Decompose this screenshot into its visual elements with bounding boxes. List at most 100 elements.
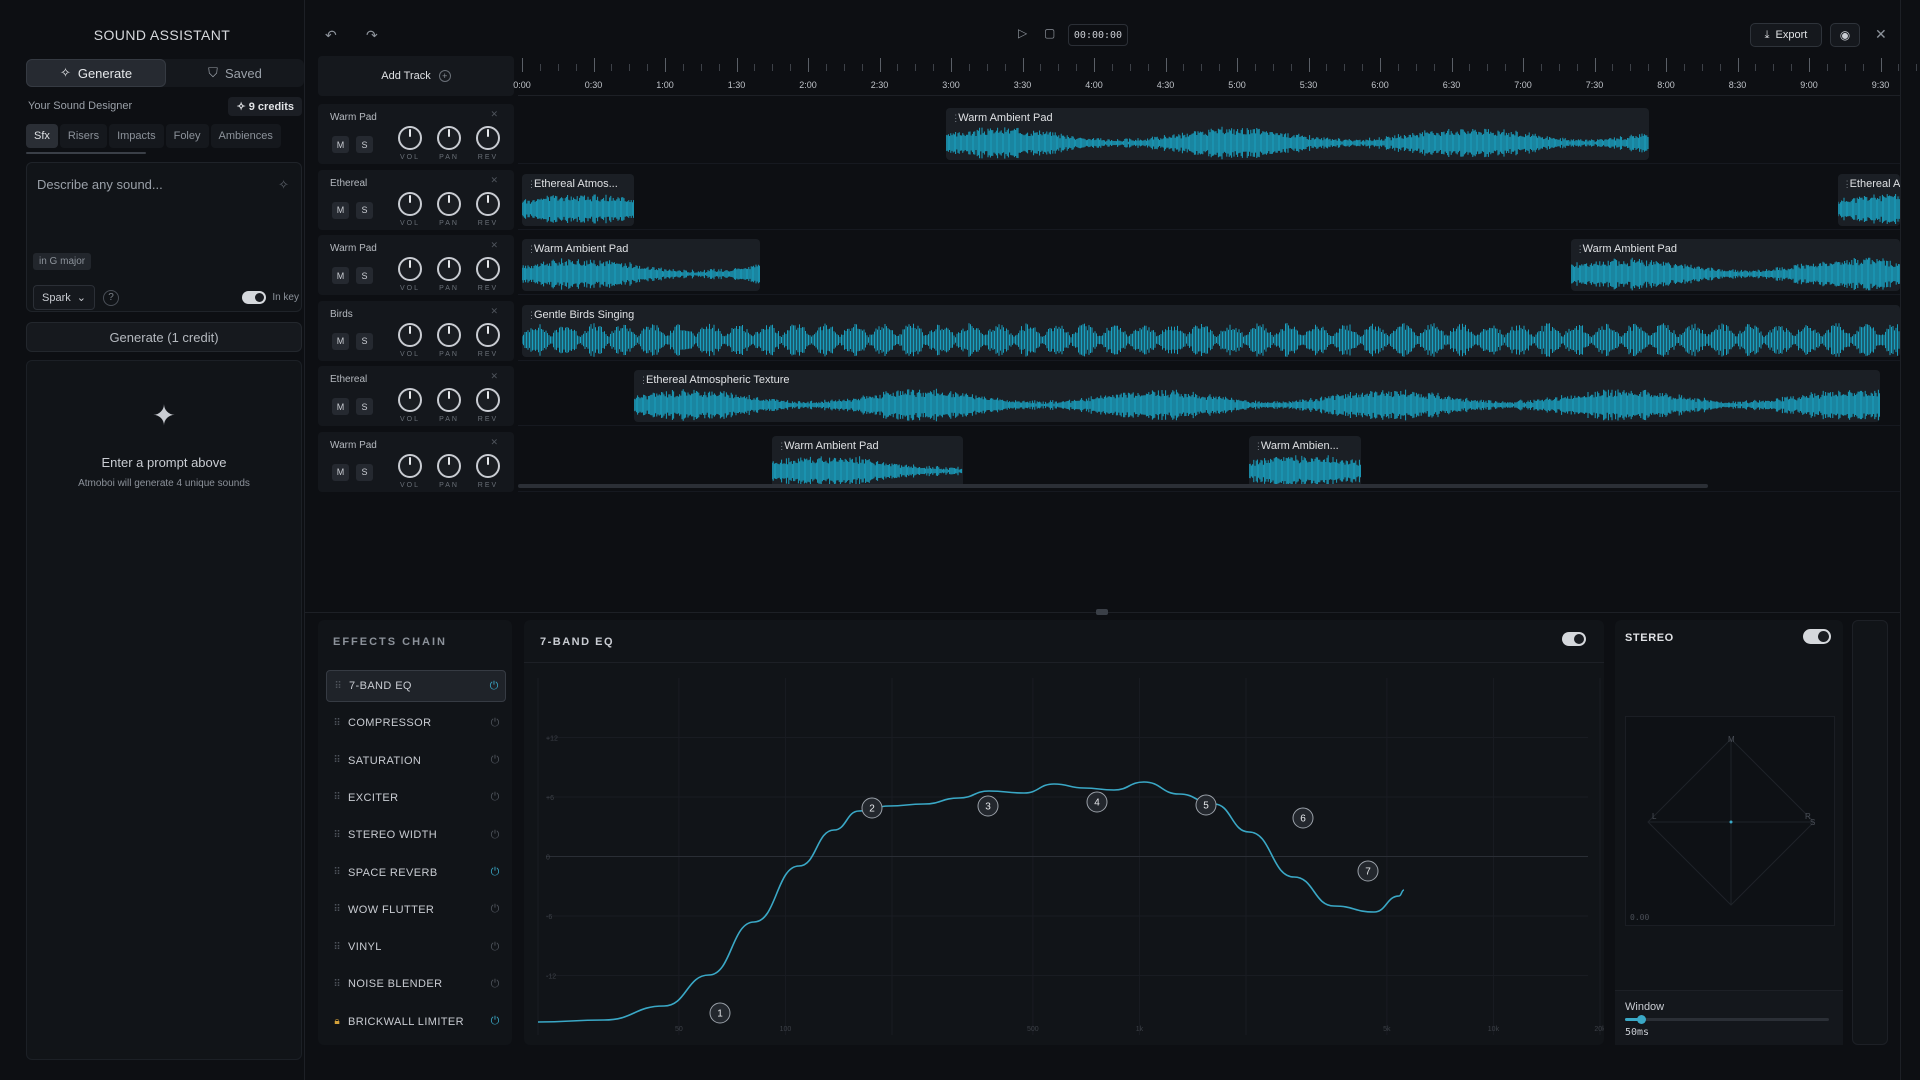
power-icon[interactable]: ⏻	[484, 978, 506, 991]
eq-band-handle[interactable]: 1	[709, 1002, 731, 1024]
reverb-knob[interactable]	[476, 257, 500, 281]
eq-band-handle[interactable]: 3	[977, 795, 999, 817]
reverb-knob[interactable]	[476, 453, 500, 478]
power-icon[interactable]: ⏻	[484, 866, 506, 879]
mute-button[interactable]: M	[332, 463, 349, 481]
track-lane[interactable]: ⋮ Ethereal Atmos... ⋮ Ethereal At	[518, 170, 1900, 230]
timeline-scrollbar[interactable]	[518, 484, 1708, 488]
effect-item[interactable]: ⠿ WOW FLUTTER ⏻	[326, 894, 506, 926]
credits-badge[interactable]: ✧ 9 credits	[228, 96, 302, 116]
power-icon[interactable]: ⏻	[484, 941, 506, 954]
audio-clip[interactable]: ⋮ Ethereal At	[1837, 173, 1900, 226]
category-tab-foley[interactable]: Foley	[165, 124, 209, 148]
tab-generate[interactable]: ✧ Generate	[26, 59, 166, 87]
in-key-toggle[interactable]	[242, 291, 267, 304]
remove-track-icon[interactable]: ✕	[490, 109, 498, 120]
export-button[interactable]: ⤓ Export	[1750, 23, 1822, 47]
track-name[interactable]: Warm Pad	[330, 440, 377, 451]
pan-knob[interactable]	[437, 453, 461, 478]
remove-track-icon[interactable]: ✕	[490, 437, 498, 448]
power-icon[interactable]: ⏻	[484, 829, 506, 842]
effect-item[interactable]: ⠿ SPACE REVERB ⏻	[326, 857, 506, 889]
volume-knob[interactable]	[398, 126, 422, 150]
drag-handle-icon[interactable]: ⠿	[326, 755, 348, 766]
power-icon[interactable]: ⏻	[483, 680, 505, 693]
stop-icon[interactable]: ▢	[1044, 26, 1055, 40]
volume-knob[interactable]	[398, 453, 422, 478]
audio-clip[interactable]: ⋮ Warm Ambient Pad	[522, 239, 761, 291]
power-icon[interactable]: ⏻	[484, 1015, 506, 1028]
pan-knob[interactable]	[437, 126, 461, 150]
track-name[interactable]: Ethereal	[330, 374, 367, 385]
audio-clip[interactable]: ⋮ Warm Ambien...	[1248, 435, 1361, 488]
eq-band-handle[interactable]: 5	[1195, 794, 1217, 816]
effect-item[interactable]: ⠿ VINYL ⏻	[326, 931, 506, 963]
drag-handle-icon[interactable]: ⠿	[326, 979, 348, 990]
eq-band-handle[interactable]: 6	[1292, 807, 1314, 829]
add-track-button[interactable]: Add Track +	[318, 56, 514, 96]
help-icon[interactable]: ?	[102, 289, 119, 306]
solo-button[interactable]: S	[356, 332, 373, 350]
pan-knob[interactable]	[437, 322, 461, 347]
tab-saved[interactable]: ⛉ Saved	[166, 59, 304, 87]
drag-handle-icon[interactable]: ⠿	[326, 904, 348, 915]
eq-graph[interactable]: +12 +6 0 -6 -12 50 100 500 1k 5k 10k 20k 1 2 3 4 5 6 7	[524, 670, 1604, 1045]
category-scrollbar[interactable]	[26, 152, 146, 154]
close-icon[interactable]: ✕	[1875, 26, 1887, 43]
volume-knob[interactable]	[398, 322, 422, 347]
mute-button[interactable]: M	[332, 136, 349, 153]
track-lane[interactable]: ⋮ Warm Ambient Pad ⋮ Warm Ambient Pad	[518, 235, 1900, 295]
track-name[interactable]: Ethereal	[330, 178, 367, 189]
pan-knob[interactable]	[437, 388, 461, 412]
audio-clip[interactable]: ⋮ Warm Ambient Pad	[772, 435, 963, 488]
time-ruler[interactable]: 0:00 0:30 1:00 1:30 2:00 2:30 3:00 3:30 4:00 4:30…	[513, 56, 1918, 96]
mute-button[interactable]: M	[332, 398, 349, 415]
eq-enable-toggle[interactable]	[1562, 632, 1586, 646]
prompt-input[interactable]: Describe any sound... ✧ in G major Spark…	[26, 162, 302, 312]
window-slider-handle[interactable]	[1637, 1015, 1647, 1024]
category-tab-impacts[interactable]: Impacts	[109, 124, 164, 148]
track-lane[interactable]: ⋮ Warm Ambient Pad	[518, 104, 1900, 164]
play-icon[interactable]: ▷	[1018, 26, 1027, 40]
undo-icon[interactable]: ↶	[325, 27, 337, 44]
pan-knob[interactable]	[437, 191, 461, 216]
track-lane[interactable]: ⋮ Ethereal Atmospheric Texture	[518, 366, 1900, 426]
volume-knob[interactable]	[398, 191, 422, 216]
reverb-knob[interactable]	[476, 191, 500, 216]
reverb-knob[interactable]	[476, 388, 500, 412]
track-name[interactable]: Birds	[330, 309, 353, 320]
drag-handle-icon[interactable]: ⠿	[326, 942, 348, 953]
effect-item[interactable]: ⠿ NOISE BLENDER ⏻	[326, 968, 506, 1000]
category-tab-ambiences[interactable]: Ambiences	[210, 124, 281, 148]
volume-knob[interactable]	[398, 257, 422, 281]
pan-knob[interactable]	[437, 257, 461, 281]
drag-handle-icon[interactable]: ⠿	[326, 792, 348, 803]
audio-clip[interactable]: ⋮ Ethereal Atmos...	[522, 173, 635, 226]
audio-clip[interactable]: ⋮ Ethereal Atmospheric Texture	[634, 370, 1881, 422]
drag-handle-icon[interactable]: ⠿	[326, 718, 348, 729]
key-chip[interactable]: in G major	[33, 253, 92, 270]
drag-handle-icon[interactable]: ⠿	[326, 830, 348, 841]
solo-button[interactable]: S	[356, 201, 373, 219]
solo-button[interactable]: S	[356, 136, 373, 153]
track-name[interactable]: Warm Pad	[330, 243, 377, 254]
mute-button[interactable]: M	[332, 332, 349, 350]
eq-band-handle[interactable]: 4	[1086, 791, 1108, 813]
effect-item[interactable]: ⠿ STEREO WIDTH ⏻	[326, 819, 506, 851]
reverb-knob[interactable]	[476, 126, 500, 150]
power-icon[interactable]: ⏻	[484, 791, 506, 804]
solo-button[interactable]: S	[356, 267, 373, 284]
panel-divider[interactable]	[304, 0, 305, 1080]
mute-button[interactable]: M	[332, 201, 349, 219]
category-tab-sfx[interactable]: Sfx	[26, 124, 58, 148]
mute-button[interactable]: M	[332, 267, 349, 284]
solo-button[interactable]: S	[356, 398, 373, 415]
effect-item[interactable]: ⠿ 7-BAND EQ ⏻	[326, 670, 506, 702]
remove-track-icon[interactable]: ✕	[490, 306, 498, 317]
power-icon[interactable]: ⏻	[484, 717, 506, 730]
effect-item[interactable]: ⠿ EXCITER ⏻	[326, 782, 506, 814]
stereo-enable-toggle[interactable]	[1803, 629, 1831, 644]
category-tab-risers[interactable]: Risers	[59, 124, 108, 148]
audio-clip[interactable]: ⋮ Warm Ambient Pad	[1570, 239, 1900, 291]
audio-clip[interactable]: ⋮ Warm Ambient Pad	[946, 108, 1650, 160]
